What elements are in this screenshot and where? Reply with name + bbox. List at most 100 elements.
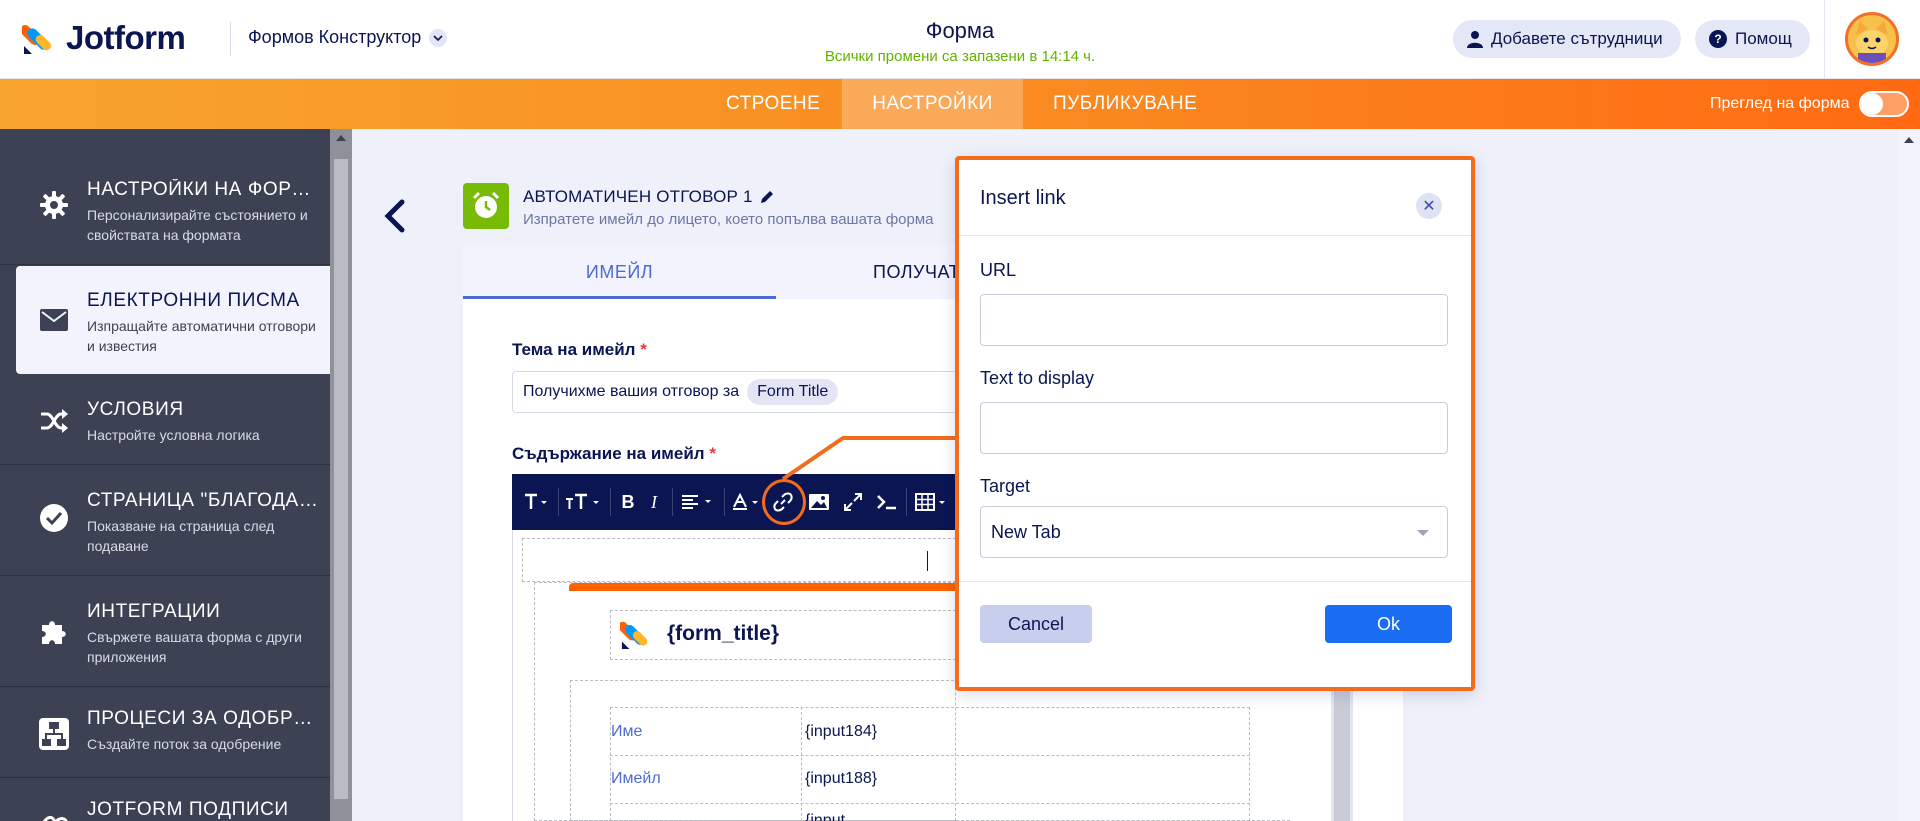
puzzle-icon [38, 615, 70, 647]
sidebar-item-emails[interactable]: ЕЛЕКТРОННИ ПИСМА Изпращайте автоматични … [16, 266, 330, 374]
toolbar-divider [558, 488, 559, 516]
sidebar-item-title: JOTFORM ПОДПИСИ [87, 799, 289, 820]
text-color-icon[interactable] [730, 474, 766, 530]
sidebar-item-jotform-sign[interactable]: JOTFORM ПОДПИСИ [0, 779, 330, 821]
signature-icon [38, 805, 70, 821]
top-header: Jotform Формов Конструктор Форма Всички … [0, 0, 1920, 79]
flow-icon [38, 718, 70, 750]
cat-avatar-icon [1848, 15, 1896, 63]
form-preview-control: Преглед на форма [1710, 79, 1910, 129]
bold-icon[interactable]: B [616, 474, 640, 530]
url-label: URL [980, 260, 1017, 280]
dialog-header: Insert link ✕ [959, 160, 1471, 236]
sidebar-item-title: ИНТЕГРАЦИИ [87, 601, 221, 622]
sidebar-item-desc: Показване на страница след подаване [87, 518, 275, 554]
chevron-down-icon [1417, 530, 1429, 536]
field-value-third: {input... [805, 812, 859, 821]
field-label-email: Имейл [611, 770, 661, 787]
tab-email[interactable]: ИМЕЙЛ [463, 245, 776, 299]
sidebar-item-conditions[interactable]: УСЛОВИЯ Настройте условна логика [0, 375, 330, 465]
font-size-icon[interactable] [564, 474, 604, 530]
back-button[interactable] [380, 196, 410, 236]
source-code-icon[interactable] [872, 474, 902, 530]
sidebar-item-thank-you-page[interactable]: СТРАНИЦА "БЛАГОДАРЯ" Показване на страни… [0, 466, 330, 576]
sidebar-item-form-settings[interactable]: НАСТРОЙКИ НА ФОРМ... Персонализирайте съ… [0, 129, 330, 265]
page-scrollbar[interactable] [1898, 129, 1920, 821]
autoresponder-title[interactable]: АВТОМАТИЧЕН ОТГОВОР 1 [523, 187, 775, 207]
subject-input[interactable]: Получихме вашия отговор за Form Title [512, 371, 982, 413]
sidebar-item-title: СТРАНИЦА "БЛАГОДАРЯ" [87, 490, 322, 511]
sidebar-item-desc: Персонализирайте състоянието и свойстват… [87, 207, 308, 243]
builder-nav-bar: СТРОЕНЕ НАСТРОЙКИ ПУБЛИКУВАНЕ Преглед на… [0, 79, 1920, 129]
autoresponder-title-text: АВТОМАТИЧЕН ОТГОВОР 1 [523, 187, 753, 206]
italic-icon[interactable]: I [642, 474, 666, 530]
subject-label: Тема на имейл * [512, 340, 647, 360]
insert-link-dialog: Insert link ✕ URL Text to display Target… [955, 156, 1475, 691]
autoresponder-subtitle: Изпратете имейл до лицето, което попълва… [523, 211, 934, 228]
sidebar-item-title: УСЛОВИЯ [87, 399, 184, 420]
scroll-up-arrow-icon[interactable] [336, 135, 346, 141]
text-to-display-input[interactable] [980, 402, 1448, 454]
toolbar-divider [906, 488, 907, 516]
sidebar-scrollbar[interactable] [330, 129, 352, 821]
sidebar-item-desc: Изпращайте автоматични отговори и извест… [87, 318, 316, 354]
fullscreen-icon[interactable] [838, 474, 868, 530]
sidebar-item-integrations[interactable]: ИНТЕГРАЦИИ Свържете вашата форма с други… [0, 577, 330, 687]
fields-table-divider [610, 755, 1250, 756]
dialog-title: Insert link [980, 187, 1066, 209]
table-icon[interactable] [912, 474, 952, 530]
tab-build[interactable]: СТРОЕНЕ [726, 79, 820, 129]
help-button[interactable]: ? Помощ [1695, 20, 1810, 58]
question-icon: ? [1709, 30, 1727, 48]
tab-settings[interactable]: НАСТРОЙКИ [842, 79, 1023, 129]
toggle-knob [1861, 93, 1884, 115]
link-button-highlight [762, 479, 806, 525]
form-title-tag[interactable]: Form Title [747, 379, 839, 405]
cancel-button[interactable]: Cancel [980, 605, 1092, 643]
url-input[interactable] [980, 294, 1448, 346]
shuffle-icon [38, 405, 70, 437]
insert-image-icon[interactable] [804, 474, 834, 530]
content-label-text: Съдържание на имейл [512, 444, 705, 463]
editor-toolbar: B I [512, 474, 956, 530]
toolbar-divider [724, 488, 725, 516]
sidebar-item-desc: Свържете вашата форма с други приложения [87, 629, 302, 665]
avatar[interactable] [1845, 12, 1899, 66]
pencil-icon[interactable] [759, 189, 775, 205]
jotform-logo-icon [618, 617, 652, 656]
required-mark: * [709, 444, 716, 463]
tab-publish[interactable]: ПУБЛИКУВАНЕ [1053, 79, 1197, 129]
form-title[interactable]: Форма [760, 18, 1160, 44]
toolbar-divider [610, 488, 611, 516]
target-label: Target [980, 476, 1031, 496]
editor-scroll-thumb[interactable] [1334, 690, 1350, 821]
field-value-name: {input184} [805, 723, 878, 740]
editor-scrollbar[interactable] [1331, 680, 1353, 821]
email-header-accent-bar [569, 583, 956, 591]
jotform-logo[interactable]: Jotform [22, 19, 186, 57]
sidebar-item-title: ЕЛЕКТРОННИ ПИСМА [87, 290, 300, 311]
editor-dashed-block [610, 610, 956, 660]
autoresponder-header: АВТОМАТИЧЕН ОТГОВОР 1 Изпратете имейл до… [463, 183, 983, 233]
align-icon[interactable] [678, 474, 718, 530]
jotform-logo-icon [22, 25, 52, 54]
close-icon[interactable]: ✕ [1416, 193, 1442, 219]
text-cursor [927, 551, 928, 571]
add-collaborators-button[interactable]: Добавете сътрудници [1453, 20, 1681, 58]
font-family-icon[interactable] [520, 474, 552, 530]
sidebar-item-approval-flows[interactable]: ПРОЦЕСИ ЗА ОДОБРЕН... Създайте поток за … [0, 688, 330, 778]
text-to-display-label: Text to display [980, 368, 1095, 388]
target-select[interactable]: New Tab [980, 506, 1448, 558]
tab-recipients[interactable]: ПОЛУЧАТ [873, 245, 960, 299]
ok-button[interactable]: Ok [1325, 605, 1452, 643]
builder-label: Формов Конструктор [248, 27, 422, 47]
check-circle-icon [38, 502, 70, 534]
subject-text: Получихме вашия отговор за [523, 383, 740, 400]
builder-dropdown[interactable]: Формов Конструктор [248, 27, 448, 48]
logo-text: Jotform [66, 19, 186, 56]
sidebar-scroll-thumb[interactable] [334, 159, 348, 799]
sidebar-item-desc: Настройте условна логика [87, 427, 260, 443]
preview-toggle[interactable] [1859, 91, 1910, 117]
scroll-up-arrow-icon[interactable] [1904, 137, 1914, 143]
form-title-token: {form_title} [667, 622, 780, 645]
